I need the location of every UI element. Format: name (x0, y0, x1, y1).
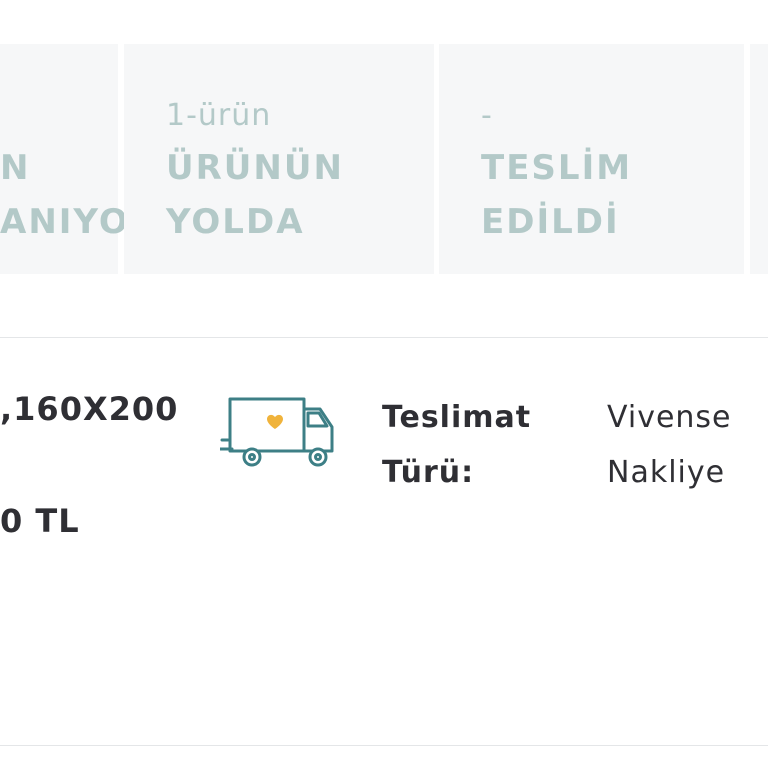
status-step-on-the-way: 1-ürün ÜRÜNÜN YOLDA (124, 44, 434, 274)
delivery-truck-heart-icon (220, 397, 334, 467)
status-step-title-line1: ÜRÜNÜN (166, 148, 344, 188)
delivery-type-value-line2: Nakliye (607, 455, 726, 490)
delivery-type-value-line1: Vivense (607, 400, 732, 435)
status-step-count: 1-ürün (166, 98, 272, 133)
delivery-type-label-line2: Türü: (382, 455, 475, 490)
delivery-type-label: Teslimat Türü: (382, 390, 531, 500)
section-divider (0, 745, 768, 746)
status-step-title-line1: N (0, 148, 31, 188)
delivery-type-value: Vivense Nakliye (607, 390, 732, 500)
status-step-title-line2: YOLDA (166, 202, 305, 242)
status-step-next (750, 44, 768, 274)
status-step-title-line1: TESLİM (481, 148, 633, 188)
status-step-preparing: N ANIYOR (0, 44, 156, 274)
section-divider (0, 337, 768, 338)
order-detail-view: N ANIYOR 1-ürün ÜRÜNÜN YOLDA - TESLİM ED… (0, 0, 768, 768)
delivery-type-label-line1: Teslimat (382, 400, 532, 435)
status-step-count: - (481, 98, 493, 133)
status-step-title-line2: EDİLDİ (481, 202, 620, 242)
order-status-tracker: N ANIYOR 1-ürün ÜRÜNÜN YOLDA - TESLİM ED… (0, 44, 768, 274)
status-step-delivered: - TESLİM EDİLDİ (439, 44, 744, 274)
product-price: 0 TL (0, 502, 80, 540)
product-name: ,160X200 (0, 390, 179, 428)
